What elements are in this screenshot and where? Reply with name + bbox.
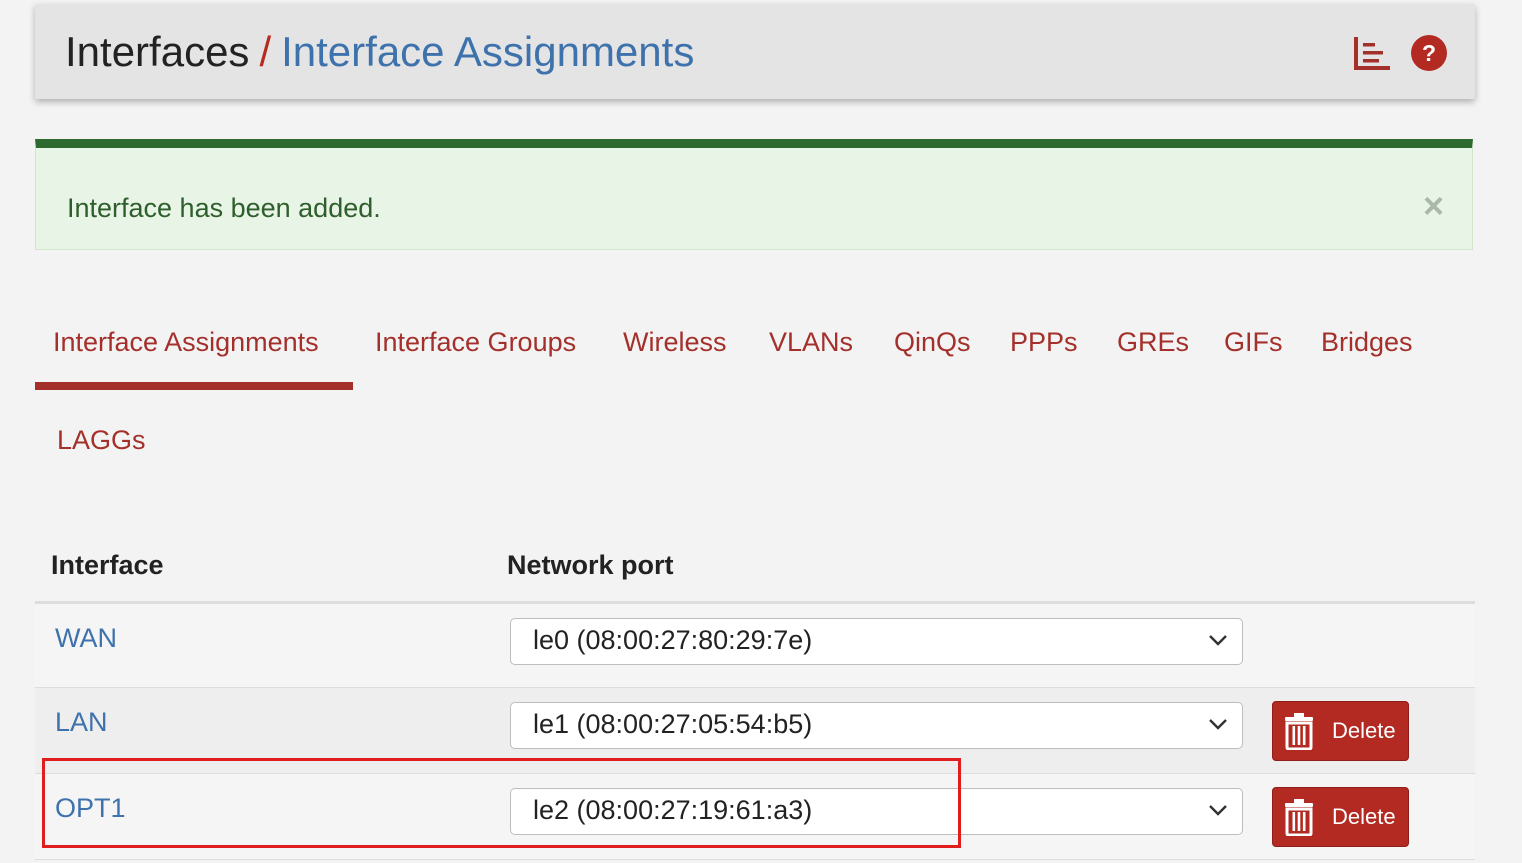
- network-port-select-wan[interactable]: le0 (08:00:27:80:29:7e): [510, 618, 1243, 665]
- page: Interfaces / Interface Assignments ? Inter…: [0, 0, 1522, 863]
- tab-interface-groups[interactable]: Interface Groups: [375, 327, 576, 358]
- interface-link-wan[interactable]: WAN: [55, 623, 117, 654]
- delete-button-opt1[interactable]: Delete: [1272, 787, 1409, 847]
- page-header: Interfaces / Interface Assignments ?: [35, 4, 1475, 99]
- breadcrumb-parent: Interfaces: [65, 28, 250, 75]
- tab-gres[interactable]: GREs: [1117, 327, 1189, 358]
- interface-link-lan[interactable]: LAN: [55, 707, 108, 738]
- tab-qinqs[interactable]: QinQs: [894, 327, 971, 358]
- chevron-down-icon: [1209, 719, 1227, 730]
- active-tab-indicator: [35, 382, 353, 390]
- close-icon[interactable]: ×: [1423, 188, 1444, 224]
- breadcrumb-separator: /: [259, 28, 272, 75]
- alert-message: Interface has been added.: [67, 193, 381, 223]
- network-port-select-lan[interactable]: le1 (08:00:27:05:54:b5): [510, 702, 1243, 749]
- select-value: le0 (08:00:27:80:29:7e): [533, 625, 813, 655]
- trash-icon: [1285, 713, 1313, 750]
- chart-icon[interactable]: [1353, 35, 1391, 71]
- tab-gifs[interactable]: GIFs: [1224, 327, 1283, 358]
- select-value: le1 (08:00:27:05:54:b5): [533, 709, 813, 739]
- tab-bridges[interactable]: Bridges: [1321, 327, 1413, 358]
- trash-icon: [1285, 799, 1313, 836]
- svg-text:?: ?: [1422, 40, 1436, 66]
- breadcrumb: Interfaces / Interface Assignments: [65, 27, 694, 77]
- chevron-down-icon: [1209, 635, 1227, 646]
- chevron-down-icon: [1209, 805, 1227, 816]
- tab-ppps[interactable]: PPPs: [1010, 327, 1078, 358]
- delete-button-label: Delete: [1332, 804, 1396, 829]
- help-icon[interactable]: ?: [1411, 35, 1447, 71]
- tab-interface-assignments[interactable]: Interface Assignments: [53, 327, 319, 358]
- highlight-box: [42, 758, 961, 848]
- column-header-interface: Interface: [51, 550, 164, 580]
- tab-wireless[interactable]: Wireless: [623, 327, 727, 358]
- tab-vlans[interactable]: VLANs: [769, 327, 853, 358]
- breadcrumb-current[interactable]: Interface Assignments: [281, 28, 694, 75]
- success-alert: Interface has been added. ×: [35, 139, 1473, 250]
- column-header-network-port: Network port: [507, 550, 674, 580]
- tab-laggs[interactable]: LAGGs: [57, 425, 146, 456]
- row-divider: [35, 859, 1475, 860]
- delete-button-label: Delete: [1332, 718, 1396, 743]
- delete-button-lan[interactable]: Delete: [1272, 701, 1409, 761]
- header-icons: ?: [1353, 35, 1447, 71]
